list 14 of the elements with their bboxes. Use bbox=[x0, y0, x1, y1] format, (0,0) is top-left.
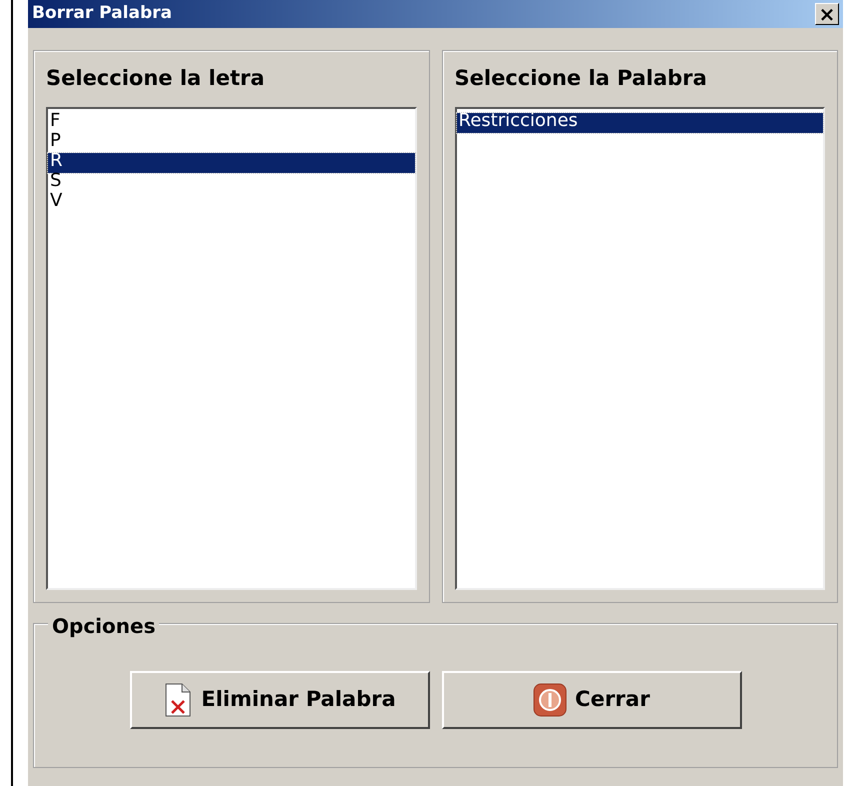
group-title: Seleccione la Palabra bbox=[454, 65, 708, 92]
list-item[interactable]: R bbox=[48, 152, 414, 172]
power-icon bbox=[533, 682, 568, 716]
list-item[interactable]: P bbox=[48, 132, 414, 152]
delete-button[interactable]: Eliminar Palabra bbox=[130, 670, 430, 728]
group-title: Seleccione la letra bbox=[46, 65, 266, 92]
list-item[interactable]: V bbox=[48, 192, 414, 212]
close-button[interactable]: × bbox=[815, 3, 839, 25]
window-title: Borrar Palabra bbox=[32, 2, 172, 26]
list-item[interactable]: Restricciones bbox=[456, 112, 823, 132]
close-button[interactable]: Cerrar bbox=[442, 670, 742, 728]
document-x-icon bbox=[163, 682, 194, 716]
list-item[interactable]: S bbox=[48, 172, 414, 192]
list-item[interactable]: F bbox=[48, 112, 414, 132]
